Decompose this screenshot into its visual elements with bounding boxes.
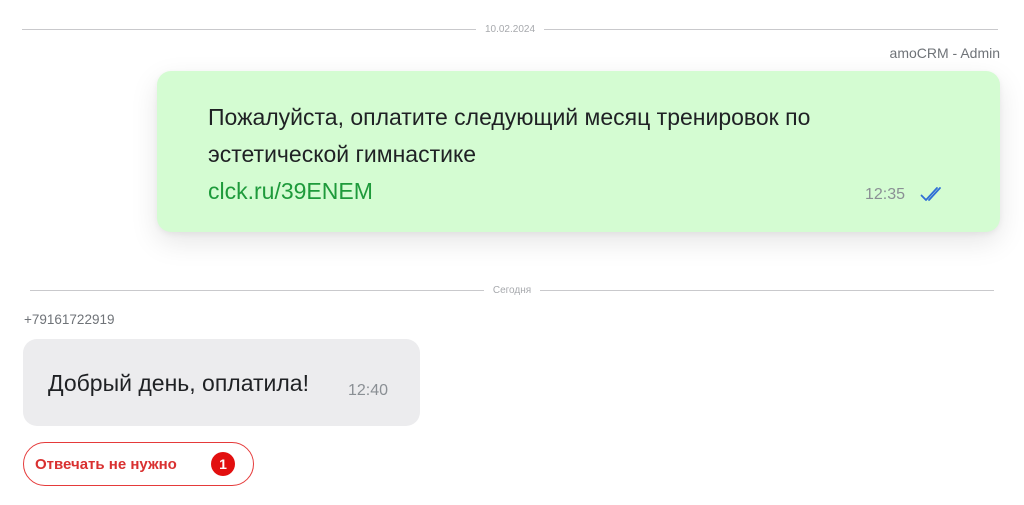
payment-link[interactable]: clck.ru/39ENEM [208, 173, 373, 209]
no-reply-needed-button[interactable]: Отвечать не нужно 1 [23, 442, 254, 486]
outgoing-sender-name: amoCRM - Admin [889, 45, 1000, 61]
incoming-message-text: Добрый день, оплатила! [48, 370, 309, 396]
outgoing-message-bubble[interactable]: Пожалуйста, оплатите следующий месяц тре… [157, 71, 1000, 232]
outgoing-message-text: Пожалуйста, оплатите следующий месяц тре… [208, 104, 811, 167]
divider-line [30, 289, 484, 291]
incoming-sender-phone: +79161722919 [24, 312, 115, 327]
outgoing-message-time: 12:35 [865, 186, 906, 203]
chat-feed: 10.02.2024 amoCRM - Admin Пожалуйста, оп… [0, 0, 1024, 505]
no-reply-count-badge: 1 [211, 452, 235, 476]
date-label: 10.02.2024 [484, 23, 536, 35]
no-reply-label: Отвечать не нужно [35, 455, 177, 473]
today-label: Сегодня [492, 284, 532, 296]
incoming-message-time: 12:40 [348, 382, 389, 399]
incoming-message-bubble[interactable]: Добрый день, оплатила! 12:40 [23, 339, 420, 426]
divider-line [22, 28, 476, 30]
today-divider: Сегодня [30, 283, 995, 297]
divider-line [540, 289, 995, 291]
divider-line [544, 28, 998, 30]
date-divider: 10.02.2024 [22, 22, 998, 36]
double-check-icon [920, 185, 946, 203]
